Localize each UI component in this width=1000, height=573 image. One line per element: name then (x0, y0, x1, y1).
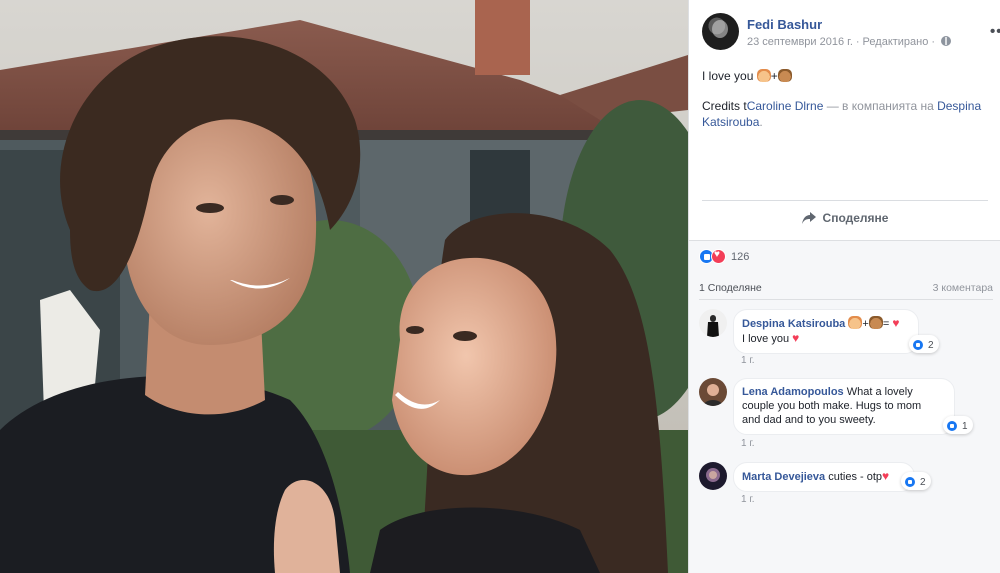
comment-bubble: Despina Katsirouba + = ♥ I love you ♥ (733, 309, 919, 354)
post-line-1-text: I love you (702, 69, 754, 83)
comment-reactions[interactable]: 2 (901, 472, 931, 490)
comment-text: What a lovely (846, 386, 913, 398)
more-options-icon[interactable]: ••• (990, 24, 1000, 39)
edited-label[interactable]: Редактирано (863, 36, 929, 48)
reaction-count: 126 (731, 250, 750, 263)
commenter-avatar[interactable] (699, 378, 727, 406)
like-reaction-icon (904, 476, 916, 488)
commenter-name[interactable]: Lena Adamopoulos (742, 386, 844, 398)
share-button[interactable]: Споделяне (702, 204, 988, 232)
comment-text-line3: and dad and to you sweety. (742, 414, 876, 426)
reaction-summary[interactable]: 126 (699, 249, 749, 264)
post-credits: Credits tCaroline Dlrne — в компанията н… (702, 98, 992, 130)
cat-emoji-icon (848, 316, 863, 329)
plus-sign: + (770, 69, 778, 83)
cat-emoji-icon (756, 69, 771, 82)
like-reaction-icon (912, 339, 924, 351)
comment-time[interactable]: 1 г. (741, 494, 755, 505)
bear-emoji-icon (868, 316, 883, 329)
meta-separator: · (855, 36, 860, 48)
shares-count[interactable]: 1 Споделяне (699, 282, 762, 294)
credits-name-link[interactable]: Caroline Dlrne (747, 99, 824, 113)
post-header: Fedi Bashur 23 септември 2016 г. · Редакти… (702, 13, 1000, 53)
comment-reactions[interactable]: 2 (909, 335, 939, 353)
commenter-name[interactable]: Despina Katsirouba (742, 318, 845, 330)
comment-text: = (882, 318, 890, 330)
post-line-1: I love you + (702, 68, 992, 84)
share-icon (801, 212, 816, 224)
comment-text: cuties - otp (828, 471, 883, 483)
post-meta: 23 септември 2016 г. · Редактирано · (747, 36, 952, 48)
share-label: Споделяне (822, 211, 889, 225)
credits-end: . (759, 115, 763, 129)
comment-bubble: Marta Devejieva cuties - otp♥ (733, 462, 915, 492)
post-text: I love you + Credits tCaroline Dlrne — в… (702, 68, 992, 144)
comment-reaction-count: 2 (920, 476, 926, 488)
comment-time[interactable]: 1 г. (741, 438, 755, 449)
heart-emoji-icon: ♥ (882, 469, 890, 483)
engagement-section: 126 1 Споделяне 3 коментара Despina Kats… (689, 240, 1000, 573)
globe-icon[interactable] (941, 36, 952, 46)
post-date[interactable]: 23 септември 2016 г. (747, 36, 853, 48)
stats-row: 1 Споделяне 3 коментара (699, 282, 993, 294)
author-name[interactable]: Fedi Bashur (747, 17, 822, 32)
comment-time[interactable]: 1 г. (741, 355, 755, 366)
commenter-name[interactable]: Marta Devejieva (742, 471, 825, 483)
comment-reaction-count: 1 (962, 420, 968, 432)
post-photo[interactable] (0, 0, 688, 573)
comment-text-line2: couple you both make. Hugs to mom (742, 400, 922, 412)
author-avatar[interactable] (702, 13, 739, 50)
credits-mid: — в компанията на (823, 99, 938, 113)
love-reaction-icon (711, 249, 726, 264)
comment-bubble: Lena Adamopoulos What a lovely couple yo… (733, 378, 955, 435)
divider (699, 299, 993, 300)
heart-emoji-icon: ♥ (792, 331, 800, 345)
commenter-avatar[interactable] (699, 309, 727, 337)
meta-separator-2: · (931, 36, 936, 48)
commenter-avatar[interactable] (699, 462, 727, 490)
like-reaction-icon (946, 420, 958, 432)
divider (702, 200, 988, 201)
heart-emoji-icon: ♥ (892, 316, 900, 330)
photo-illustration (0, 0, 688, 573)
comment-text-line2: I love you (742, 333, 790, 345)
comment-reactions[interactable]: 1 (943, 416, 973, 434)
comment-reaction-count: 2 (928, 339, 934, 351)
credits-prefix: Credits t (702, 99, 747, 113)
bear-emoji-icon (777, 69, 792, 82)
comments-count[interactable]: 3 коментара (933, 282, 993, 294)
post-panel: Fedi Bashur 23 септември 2016 г. · Редакти… (688, 0, 1000, 573)
